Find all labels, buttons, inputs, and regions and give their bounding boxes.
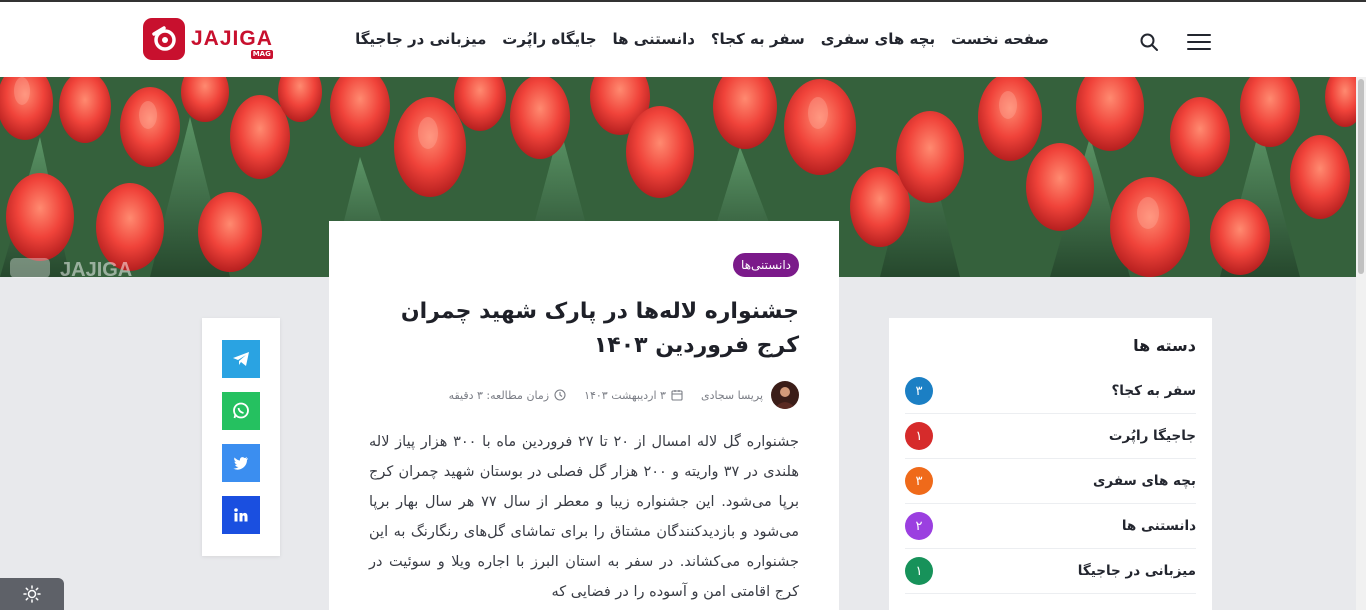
- category-row[interactable]: سفر به کجا؟ ۳: [905, 369, 1196, 414]
- theme-toggle-button[interactable]: [0, 578, 64, 610]
- category-count-badge: ۱: [905, 422, 933, 450]
- hero-watermark: JAJIGA: [10, 258, 150, 282]
- reading-time-text: زمان مطالعه: ۳ دقیقه: [448, 388, 550, 402]
- category-row[interactable]: میزبانی در جاجیگا ۱: [905, 549, 1196, 594]
- article-category-badge[interactable]: دانستنی‌ها: [733, 253, 799, 277]
- share-linkedin-button[interactable]: [222, 496, 260, 534]
- scrollbar-thumb[interactable]: [1358, 79, 1364, 274]
- nav-travel-kids[interactable]: بچه های سفری: [821, 30, 935, 48]
- author-name[interactable]: پریسا سجادی: [701, 389, 763, 402]
- whatsapp-icon: [233, 402, 249, 419]
- page-scrollbar[interactable]: [1356, 77, 1366, 610]
- article-card: دانستنی‌ها جشنواره لاله‌ها در پارک شهید …: [329, 221, 839, 610]
- share-twitter-button[interactable]: [222, 444, 260, 482]
- article-title: جشنواره لاله‌ها در پارک شهید چمران کرج ف…: [400, 299, 799, 358]
- nav-facts[interactable]: دانستنی ها: [613, 30, 695, 48]
- reading-time: زمان مطالعه: ۳ دقیقه: [449, 389, 567, 402]
- share-whatsapp-button[interactable]: [222, 392, 260, 430]
- category-row[interactable]: بچه های سفری ۳: [905, 459, 1196, 504]
- category-row[interactable]: جاجیگا راپُرت ۱: [905, 414, 1196, 459]
- publish-date-text: ۳ اردیبهشت ۱۴۰۳: [584, 388, 666, 402]
- calendar-icon: [671, 390, 683, 401]
- telegram-icon: [233, 352, 249, 366]
- category-name: میزبانی در جاجیگا: [1077, 563, 1196, 579]
- categories-widget: دسته ها سفر به کجا؟ ۳ جاجیگا راپُرت ۱ بچ…: [889, 318, 1212, 610]
- site-header: JAJIGA MAG صفحه نخست بچه های سفری سفر به…: [0, 2, 1366, 77]
- category-name: جاجیگا راپُرت: [1108, 428, 1196, 444]
- search-icon[interactable]: [1139, 32, 1159, 52]
- logo-sub: MAG: [250, 50, 273, 59]
- logo-word: JAJIGA: [191, 27, 273, 50]
- category-name: سفر به کجا؟: [1111, 383, 1196, 399]
- nav-report[interactable]: جایگاه راپُرت: [502, 30, 596, 48]
- hamburger-menu-icon[interactable]: [1187, 33, 1211, 51]
- category-count-badge: ۳: [905, 467, 933, 495]
- category-count-badge: ۳: [905, 377, 933, 405]
- categories-title: دسته ها: [1133, 336, 1196, 355]
- category-count-badge: ۲: [905, 512, 933, 540]
- category-count-badge: ۱: [905, 557, 933, 585]
- category-row[interactable]: دانستنی ها ۲: [905, 504, 1196, 549]
- category-name: دانستنی ها: [1121, 518, 1196, 534]
- main-nav: صفحه نخست بچه های سفری سفر به کجا؟ دانست…: [355, 30, 1049, 48]
- nav-hosting[interactable]: میزبانی در جاجیگا: [355, 30, 486, 48]
- svg-text:JAJIGA: JAJIGA: [60, 259, 132, 278]
- sun-icon: [23, 585, 41, 603]
- clock-icon: [554, 389, 566, 401]
- category-name: بچه های سفری: [1093, 473, 1196, 489]
- twitter-icon: [233, 457, 248, 470]
- linkedin-icon: [234, 508, 248, 522]
- article-body: جشنواره گل لاله امسال از ۲۰ تا ۲۷ فروردی…: [369, 434, 800, 600]
- article-meta: پریسا سجادی ۳ اردیبهشت ۱۴۰۳ زمان مطالعه:…: [369, 381, 799, 409]
- nav-where-to[interactable]: سفر به کجا؟: [711, 30, 805, 48]
- share-telegram-button[interactable]: [222, 340, 260, 378]
- nav-home[interactable]: صفحه نخست: [951, 30, 1049, 48]
- logo-mark-icon: [143, 18, 185, 60]
- site-logo[interactable]: JAJIGA MAG: [143, 18, 273, 60]
- publish-date: ۳ اردیبهشت ۱۴۰۳: [584, 389, 683, 402]
- author-avatar[interactable]: [771, 381, 799, 409]
- share-panel: [202, 318, 280, 556]
